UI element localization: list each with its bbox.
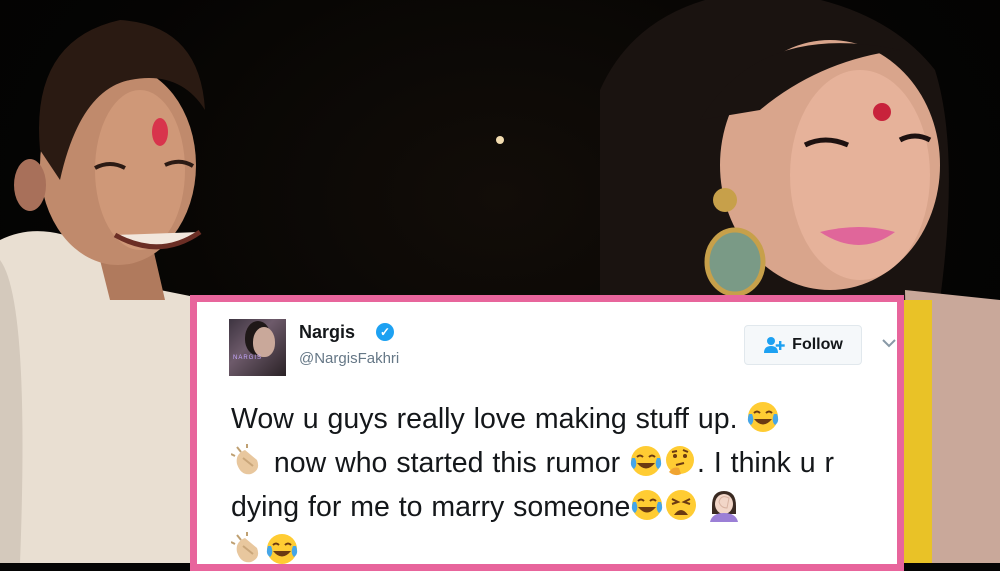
avatar[interactable]: NARGIS bbox=[229, 319, 286, 376]
follow-button[interactable]: Follow bbox=[744, 325, 862, 365]
clapping-hands-icon bbox=[231, 444, 265, 478]
tweet-card: NARGIS Nargis ✓ @NargisFakhri Follow Wow… bbox=[190, 295, 904, 571]
tweet-text-part-1: Wow u guys really love making stuff up. bbox=[231, 403, 747, 435]
check-badge-icon: ✓ bbox=[376, 323, 394, 341]
woman-facepalming-icon bbox=[707, 488, 741, 522]
tweet-text-part-2: now who started this rumor bbox=[265, 447, 629, 479]
face-with-tears-of-joy-icon bbox=[630, 488, 664, 522]
face-with-tears-of-joy-icon bbox=[265, 532, 299, 564]
face-with-tears-of-joy-icon bbox=[746, 400, 780, 434]
author-handle[interactable]: @NargisFakhri bbox=[299, 350, 399, 367]
thinking-face-icon bbox=[663, 444, 697, 478]
chevron-down-icon[interactable] bbox=[882, 336, 896, 350]
avatar-text: NARGIS bbox=[233, 355, 263, 361]
tweet-text: Wow u guys really love making stuff up. … bbox=[231, 397, 897, 564]
follow-label: Follow bbox=[792, 336, 843, 353]
clapping-hands-icon bbox=[231, 532, 265, 564]
face-with-tears-of-joy-icon bbox=[629, 444, 663, 478]
avatar-face bbox=[253, 327, 275, 357]
weary-face-icon bbox=[664, 488, 698, 522]
add-user-icon bbox=[763, 336, 785, 354]
author-name[interactable]: Nargis bbox=[299, 322, 355, 343]
